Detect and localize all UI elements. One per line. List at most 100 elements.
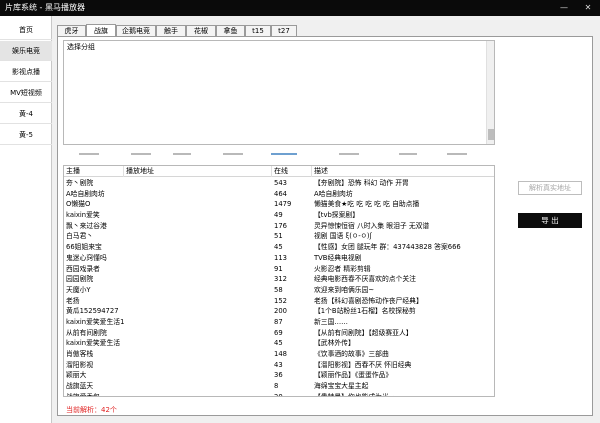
table-row[interactable]: 西园戏录者 91 火影忍者 精彩剪辑 xyxy=(64,264,494,275)
strip-segment xyxy=(339,153,359,155)
cell-name: 溜阳影视 xyxy=(66,360,94,369)
minimize-icon[interactable]: — xyxy=(559,3,569,13)
strip-segment-selected xyxy=(271,153,297,155)
cell-name: kaixin爱笑 xyxy=(66,211,100,220)
table-row[interactable]: 园园剧院 312 经典电影西春不厌喜欢的点个关注 xyxy=(64,274,494,285)
sidebar-item-mv[interactable]: MV短视频 xyxy=(0,83,52,103)
table-row[interactable]: 白马君丶 51 视剧 国语 ξ(ㅇ-ㅇ)ʃ xyxy=(64,231,494,242)
table-row[interactable]: 从前有间剧院 69 【从前有间剧院】【超级赛亚人】 xyxy=(64,328,494,339)
table-row[interactable]: 夯丶剧院 543 【夯剧院】恐怖 科幻 动作 开胃 xyxy=(64,178,494,189)
cell-name: kaixin爱笑爱生活 xyxy=(66,339,121,348)
cell-online: 1479 xyxy=(274,200,292,209)
list-rows: 夯丶剧院 543 【夯剧院】恐怖 科幻 动作 开胃 A哈自剧肉坊 464 A哈自剧肉坊 O懒… xyxy=(64,178,494,397)
cell-name: kaixin爱笑爱生活1 xyxy=(66,317,125,326)
strip-segment xyxy=(223,153,243,155)
column-header-name[interactable]: 主播 xyxy=(64,166,124,177)
cell-online: 464 xyxy=(274,189,287,198)
tab-t15[interactable]: t15 xyxy=(245,25,271,36)
cell-desc: 视剧 国语 ξ(ㅇ-ㅇ)ʃ xyxy=(314,232,372,241)
cell-name: 战旗蓝天 xyxy=(66,382,94,391)
parse-address-button[interactable]: 解析真实地址 xyxy=(518,181,582,195)
group-selector: 选择分组 xyxy=(63,40,495,145)
cell-online: 58 xyxy=(274,285,283,294)
table-row[interactable]: kaixin爱笑 49 【tvb探案剧】 xyxy=(64,210,494,221)
cell-name: 黄瓜152594727 xyxy=(66,307,119,316)
column-header-address[interactable]: 播放地址 xyxy=(124,166,272,177)
sidebar-item-4[interactable]: 黄-4 xyxy=(0,104,52,124)
cell-name: 从前有间剧院 xyxy=(66,328,107,337)
cell-online: 45 xyxy=(274,339,283,348)
table-row[interactable]: 肖傲客栈 148 《饮事酒的故事》三部曲 xyxy=(64,349,494,360)
column-header-desc[interactable]: 描述 xyxy=(312,166,494,177)
close-icon[interactable]: ✕ xyxy=(583,3,593,13)
table-row[interactable]: 老扬 152 老扬【科幻喜剧恐怖动作丧尸经典】 xyxy=(64,296,494,307)
sidebar-item-movies[interactable]: 影视点播 xyxy=(0,62,52,82)
cell-desc: 【1个B站粉丝1石榴】名校探秘剪 xyxy=(314,307,416,316)
strip-segment xyxy=(447,153,467,155)
cell-desc: 【武林外传】 xyxy=(314,339,355,348)
column-header-online[interactable]: 在线 xyxy=(272,166,312,177)
cell-name: 飘丶来过谷港 xyxy=(66,221,107,230)
tab-t27[interactable]: t27 xyxy=(271,25,297,36)
cell-desc: 【贵特曼】你也能成为光~ xyxy=(314,392,395,397)
group-legend: 选择分组 xyxy=(67,42,95,52)
sidebar-item-esports[interactable]: 娱乐电竞 xyxy=(0,41,52,61)
cell-desc: 《饮事酒的故事》三部曲 xyxy=(314,350,389,358)
group-scrollbar[interactable] xyxy=(486,41,494,144)
table-row[interactable]: 黄瓜152594727 200 【1个B站粉丝1石榴】名校探秘剪 xyxy=(64,306,494,317)
cell-desc: 灵异惊悚恒宿 八时入集 眼泪子 无双谱 xyxy=(314,221,430,230)
tab-qie[interactable]: 企鹅电竞 xyxy=(116,25,156,36)
parse-status: 当前解析：42个 xyxy=(66,406,117,414)
table-row[interactable]: 颖丽大 36 【颖丽作品】《蛋蛋作品》 xyxy=(64,370,494,381)
strip-segment xyxy=(173,153,191,155)
cell-name: 天魔小Y xyxy=(66,285,91,294)
cell-online: 69 xyxy=(274,328,283,337)
cell-name: 66姐姐来宝 xyxy=(66,243,102,252)
tab-huya[interactable]: 虎牙 xyxy=(57,25,86,36)
tab-zhanqi[interactable]: 战旗 xyxy=(86,24,116,36)
strip-segment xyxy=(131,153,151,155)
cell-online: 200 xyxy=(274,307,287,316)
cell-desc: 【夯剧院】恐怖 科幻 动作 开胃 xyxy=(314,179,409,187)
table-row[interactable]: kaixin爱笑爱生活1 87 新三国…… xyxy=(64,317,494,328)
sidebar-item-home[interactable]: 首页 xyxy=(0,20,52,40)
table-row[interactable]: 战旗爱香包 20 【贵特曼】你也能成为光~ xyxy=(64,392,494,397)
cell-name: 颖丽大 xyxy=(66,371,87,380)
table-row[interactable]: 溜阳影视 43 【溜阳影视】西春不厌 怀旧经典 xyxy=(64,360,494,371)
tab-nayu[interactable]: 拿鱼 xyxy=(216,25,245,36)
group-scrollbar-thumb[interactable] xyxy=(488,129,494,140)
cell-online: 152 xyxy=(274,296,287,305)
cell-name: 鬼迷心窍懂吗 xyxy=(66,253,107,262)
cell-desc: 海绵宝宝大星主起 xyxy=(314,382,369,391)
cell-desc: 懒猫美食★吃 吃 吃 吃 吃 自助点播 xyxy=(314,200,420,209)
table-row[interactable]: 战旗蓝天 8 海绵宝宝大星主起 xyxy=(64,381,494,392)
table-row[interactable]: kaixin爱笑爱生活 45 【武林外传】 xyxy=(64,338,494,349)
table-row[interactable]: 鬼迷心窍懂吗 113 TVB经典电视剧 xyxy=(64,253,494,264)
streamer-list[interactable]: 主播 播放地址 在线 描述 夯丶剧院 543 【夯剧院】恐怖 科幻 动作 开胃 A哈自… xyxy=(63,165,495,397)
cell-desc: 老扬【科幻喜剧恐怖动作丧尸经典】 xyxy=(314,296,423,305)
strip-segment xyxy=(79,153,99,155)
tab-chushou[interactable]: 触手 xyxy=(156,25,186,36)
cell-online: 51 xyxy=(274,232,283,241)
table-row[interactable]: 飘丶来过谷港 176 灵异惊悚恒宿 八时入集 眼泪子 无双谱 xyxy=(64,221,494,232)
cell-online: 91 xyxy=(274,264,283,273)
tab-huajiao[interactable]: 花椒 xyxy=(186,25,216,36)
cell-desc: 经典电影西春不厌喜欢的点个关注 xyxy=(314,275,416,284)
cell-online: 20 xyxy=(274,392,283,397)
export-button[interactable]: 导 出 xyxy=(518,213,582,228)
list-header: 主播 播放地址 在线 描述 xyxy=(64,166,494,177)
cell-online: 176 xyxy=(274,221,287,230)
cell-online: 43 xyxy=(274,360,283,369)
table-row[interactable]: 66姐姐来宝 45 【性感】女团 腿玩年 群：437443828 答案666 xyxy=(64,242,494,253)
cell-online: 87 xyxy=(274,317,283,326)
table-row[interactable]: O懒猫O 1479 懒猫美食★吃 吃 吃 吃 吃 自助点播 xyxy=(64,199,494,210)
cell-online: 543 xyxy=(274,179,287,187)
cell-desc: 新三国…… xyxy=(314,317,348,326)
cell-name: 夯丶剧院 xyxy=(66,179,94,187)
cell-name: A哈自剧肉坊 xyxy=(66,189,105,198)
table-row[interactable]: 天魔小Y 58 欢迎来到咱俩乐园~ xyxy=(64,285,494,296)
table-row[interactable]: A哈自剧肉坊 464 A哈自剧肉坊 xyxy=(64,189,494,200)
sidebar-item-5[interactable]: 黄-5 xyxy=(0,125,52,145)
cell-online: 49 xyxy=(274,211,283,220)
cell-name: 园园剧院 xyxy=(66,275,94,284)
